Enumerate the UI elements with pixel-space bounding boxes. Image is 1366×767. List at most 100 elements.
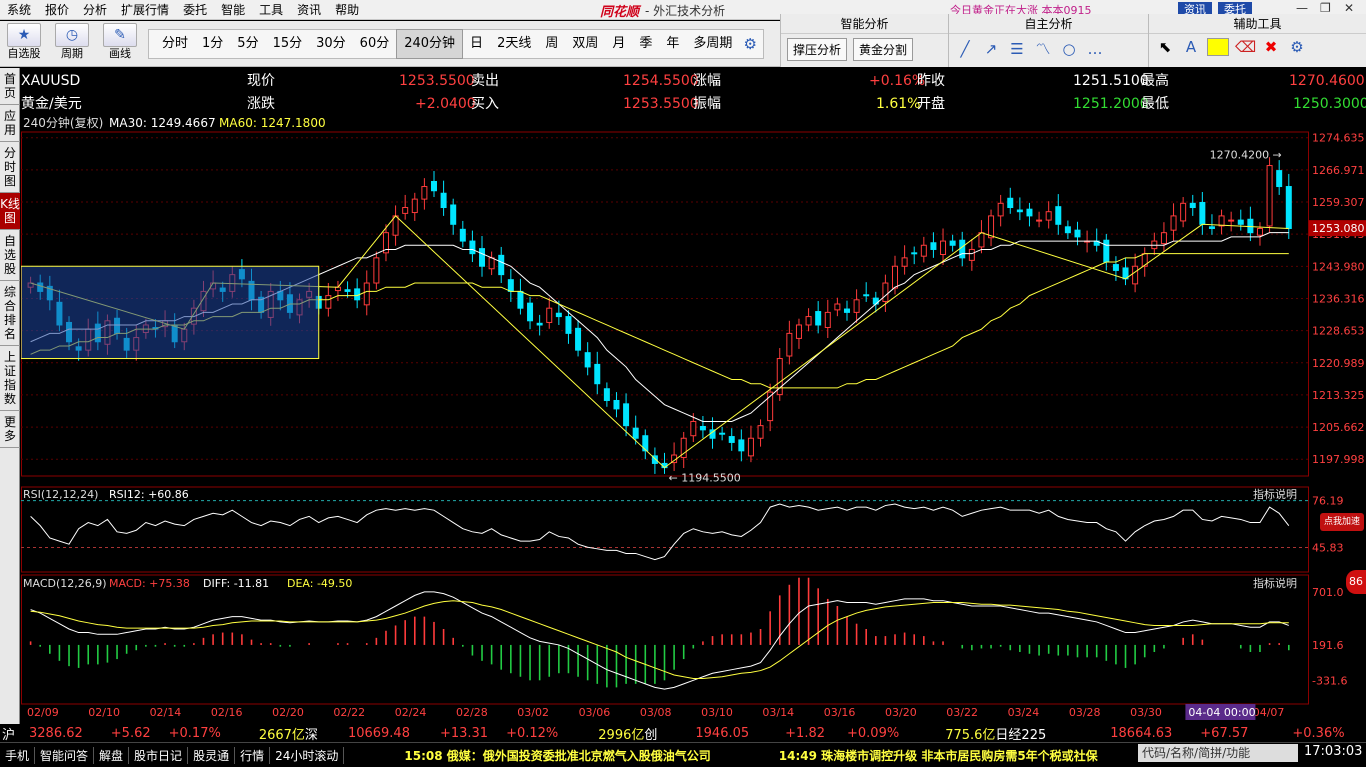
- bottom-tab-analysis[interactable]: 解盘: [94, 746, 130, 764]
- menu-smart[interactable]: 智能: [214, 0, 252, 20]
- candle-body: [1103, 239, 1110, 263]
- candle-body: [795, 324, 802, 339]
- cursor-icon[interactable]: ⬉: [1155, 38, 1175, 56]
- label-open: 开盘: [917, 96, 945, 112]
- menu-quote[interactable]: 报价: [38, 0, 76, 20]
- period-multi[interactable]: 多周期: [686, 30, 739, 58]
- line-icon[interactable]: ╱: [955, 40, 975, 58]
- value-bid: 1253.5500: [623, 96, 699, 112]
- golden-section-button[interactable]: 黄金分割: [853, 38, 914, 61]
- symbol-code: XAUUSD: [21, 73, 81, 89]
- side-tab-watchlist[interactable]: 自选股: [0, 230, 20, 281]
- draw-tool[interactable]: ✎ 画线: [100, 23, 140, 61]
- sz-label: 深: [304, 727, 318, 743]
- period-240m[interactable]: 240分钟: [396, 29, 464, 59]
- x-tick-label: 03/24: [1008, 706, 1040, 719]
- period-30m[interactable]: 30分: [309, 30, 353, 58]
- candle-body: [536, 322, 543, 326]
- period-tick[interactable]: 分时: [155, 30, 195, 58]
- value-prev-close: 1251.5100: [1073, 73, 1149, 89]
- candle-body: [555, 312, 562, 318]
- period-week[interactable]: 周: [538, 30, 565, 58]
- color-swatch[interactable]: [1207, 38, 1229, 56]
- period-day[interactable]: 日: [463, 30, 490, 58]
- candle-body: [1007, 197, 1014, 209]
- wave-icon[interactable]: 〽: [1033, 38, 1053, 59]
- news-ticker-1[interactable]: 15:08 俄媒：俄外国投资委批准北京燃气入股俄油气公司: [404, 747, 710, 764]
- more-icon[interactable]: …: [1085, 40, 1105, 58]
- period-quarter[interactable]: 季: [632, 30, 659, 58]
- kline-chart[interactable]: 1270.4200 → ← 1194.5500 1274.635 1266.971 1…: [21, 116, 1366, 724]
- news-ticker-2[interactable]: 14:49 珠海楼市调控升级 非本市居民购房需5年个税或社保: [779, 747, 1098, 764]
- side-tab-apps[interactable]: 应用: [0, 105, 20, 142]
- candle-body: [603, 388, 610, 401]
- delete-icon[interactable]: ✖: [1261, 38, 1281, 56]
- candle-body: [1180, 202, 1187, 222]
- sz-amount: 2996亿: [598, 727, 645, 743]
- period-month[interactable]: 月: [605, 30, 632, 58]
- speed-badge[interactable]: 点我加速: [1320, 513, 1364, 531]
- aux-tools-panel: 辅助工具 ⬉ A ⌫ ✖ ⚙: [1148, 14, 1366, 67]
- close-icon[interactable]: ✕: [1344, 1, 1354, 15]
- period-tool[interactable]: ◷ 周期: [52, 23, 92, 61]
- support-resistance-button[interactable]: 撑压分析: [787, 38, 848, 61]
- eraser-icon[interactable]: ⌫: [1235, 38, 1256, 56]
- value-low: 1250.3000: [1293, 96, 1366, 112]
- search-input[interactable]: 代码/名称/简拼/功能: [1138, 744, 1298, 762]
- aux-tools-title: 辅助工具: [1149, 14, 1366, 34]
- side-tab-home[interactable]: 首页: [0, 68, 20, 105]
- bottom-tab-quote[interactable]: 行情: [235, 746, 271, 764]
- x-tick-label: 03/14: [762, 706, 794, 719]
- menu-info[interactable]: 资讯: [290, 0, 328, 20]
- period-5m[interactable]: 5分: [230, 30, 265, 58]
- macd-tick-label: 191.6: [1312, 639, 1344, 652]
- macd-help-link[interactable]: 指标说明: [1253, 576, 1297, 590]
- menu-system[interactable]: 系统: [0, 0, 38, 20]
- text-icon[interactable]: A: [1181, 38, 1201, 56]
- candle-body: [469, 240, 476, 255]
- period-2day[interactable]: 2天线: [490, 30, 538, 58]
- channel-icon[interactable]: ☰: [1007, 40, 1027, 58]
- settings-icon[interactable]: ⚙: [1287, 38, 1307, 56]
- side-tab-intraday[interactable]: 分时图: [0, 142, 20, 193]
- ray-icon[interactable]: ↗: [981, 40, 1001, 58]
- candle-body: [546, 307, 553, 323]
- side-tab-ranking[interactable]: 综合排名: [0, 281, 20, 346]
- period-15m[interactable]: 15分: [266, 30, 310, 58]
- candle-body: [411, 198, 418, 214]
- nk-label: 日经225: [995, 727, 1047, 743]
- bottom-tab-24h[interactable]: 24小时滚动: [270, 746, 345, 764]
- side-tab-shindex[interactable]: 上证指数: [0, 346, 20, 411]
- watchlist-tool[interactable]: ★ 自选股: [4, 23, 44, 61]
- circle-icon[interactable]: ○: [1059, 40, 1079, 58]
- bottom-tab-mobile[interactable]: 手机: [0, 746, 36, 764]
- candle-body: [1247, 218, 1254, 234]
- menu-help[interactable]: 帮助: [328, 0, 366, 20]
- price-tick-label: 1266.971: [1312, 164, 1365, 177]
- menu-ext-quote[interactable]: 扩展行情: [114, 0, 176, 20]
- price-tick-label: 1220.989: [1312, 357, 1365, 370]
- bottom-tab-diary[interactable]: 股市日记: [129, 746, 189, 764]
- label-change-pct: 涨幅: [693, 73, 721, 89]
- side-tab-more[interactable]: 更多: [0, 411, 20, 448]
- minimize-icon[interactable]: —: [1296, 1, 1308, 15]
- x-tick-label: 03/02: [517, 706, 549, 719]
- period-icon: ◷: [55, 23, 89, 47]
- rsi-help-link[interactable]: 指标说明: [1253, 487, 1297, 501]
- menu-trade[interactable]: 委托: [176, 0, 214, 20]
- restore-icon[interactable]: ❐: [1320, 1, 1331, 15]
- side-tab-kline[interactable]: K线图: [0, 193, 20, 230]
- period-60m[interactable]: 60分: [353, 30, 397, 58]
- self-analysis-title: 自主分析: [949, 14, 1148, 34]
- period-year[interactable]: 年: [659, 30, 686, 58]
- candle-body: [334, 286, 341, 292]
- period-2week[interactable]: 双周: [565, 30, 605, 58]
- speed-badge-number[interactable]: 86: [1346, 570, 1366, 594]
- period-1m[interactable]: 1分: [195, 30, 230, 58]
- menu-tools[interactable]: 工具: [252, 0, 290, 20]
- gear-icon[interactable]: ⚙: [743, 35, 756, 53]
- candle-body: [517, 290, 524, 309]
- menu-analysis[interactable]: 分析: [76, 0, 114, 20]
- bottom-tab-gulingtong[interactable]: 股灵通: [188, 746, 236, 764]
- bottom-tab-qa[interactable]: 智能问答: [35, 746, 95, 764]
